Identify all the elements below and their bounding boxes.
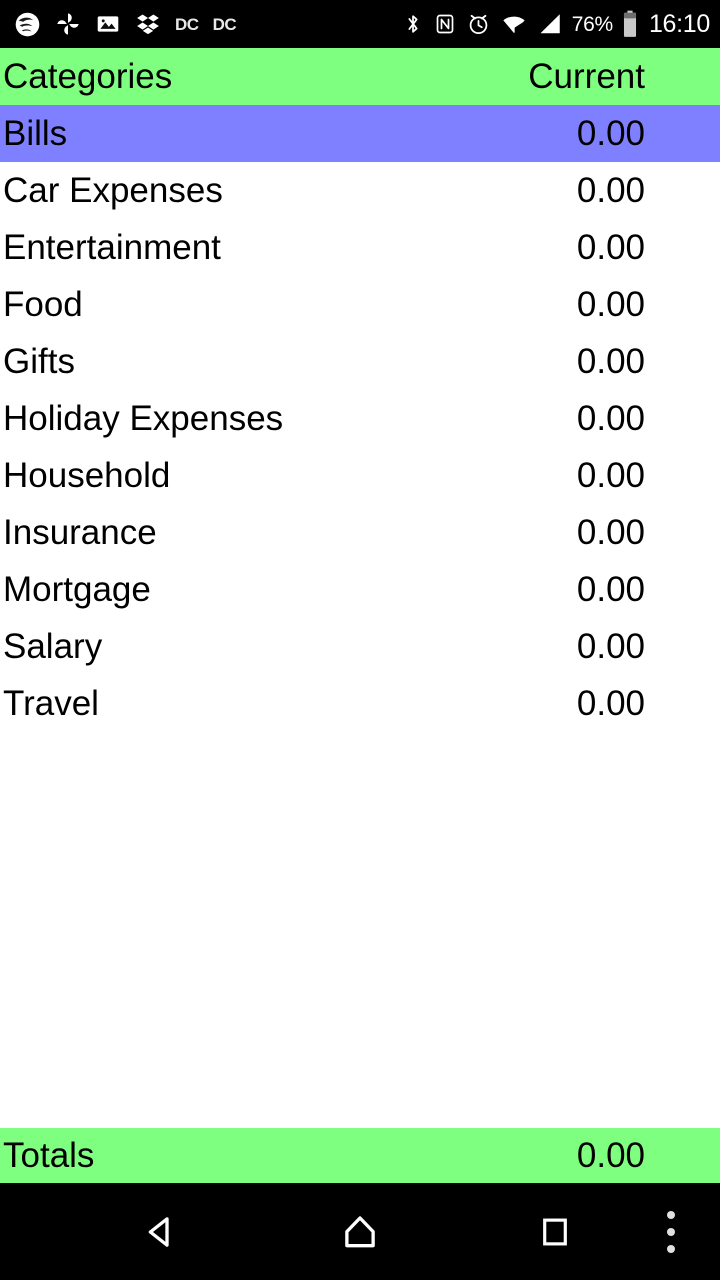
- battery-icon: [622, 10, 638, 38]
- overflow-menu-icon[interactable]: [640, 1183, 702, 1280]
- category-label: Car Expenses: [3, 171, 223, 210]
- totals-amount: 0.00: [576, 1136, 645, 1175]
- pinwheel-icon: [55, 11, 81, 37]
- category-label: Entertainment: [3, 228, 221, 267]
- column-header-categories: Categories: [3, 57, 173, 96]
- table-row[interactable]: Entertainment 0.00: [0, 219, 720, 276]
- category-list[interactable]: Bills 0.00 Car Expenses 0.00 Entertainme…: [0, 105, 720, 1128]
- photo-image-icon: [95, 11, 121, 37]
- table-header: Categories Current: [0, 48, 720, 105]
- status-bar-clock: 16:10: [648, 9, 710, 38]
- totals-bar: Totals 0.00: [0, 1128, 720, 1183]
- category-label: Holiday Expenses: [3, 399, 284, 438]
- category-label: Mortgage: [3, 570, 151, 609]
- table-row[interactable]: Food 0.00: [0, 276, 720, 333]
- category-amount: 0.00: [576, 570, 645, 609]
- totals-label: Totals: [3, 1136, 95, 1175]
- category-amount: 0.00: [576, 513, 645, 552]
- table-row[interactable]: Gifts 0.00: [0, 333, 720, 390]
- category-amount: 0.00: [576, 171, 645, 210]
- recents-icon[interactable]: [495, 1183, 615, 1280]
- table-row[interactable]: Salary 0.00: [0, 618, 720, 675]
- nfc-icon: [433, 11, 457, 37]
- app-screen: DC DC 76% 16:10 Categories Current Bills…: [0, 0, 720, 1280]
- category-amount: 0.00: [576, 285, 645, 324]
- android-navigation-bar: [0, 1183, 720, 1280]
- category-label: Household: [3, 456, 171, 495]
- notification-icons: DC DC: [14, 11, 237, 38]
- dc-app-icon-2: DC: [212, 14, 237, 34]
- category-amount: 0.00: [576, 342, 645, 381]
- home-icon[interactable]: [300, 1183, 420, 1280]
- swirl-logo-icon: [14, 11, 41, 38]
- table-row[interactable]: Car Expenses 0.00: [0, 162, 720, 219]
- overflow-dot: [667, 1244, 675, 1253]
- bluetooth-icon: [402, 11, 424, 37]
- category-label: Insurance: [3, 513, 157, 552]
- column-header-current: Current: [528, 57, 645, 96]
- table-row[interactable]: Insurance 0.00: [0, 504, 720, 561]
- category-label: Bills: [3, 114, 68, 153]
- table-row[interactable]: Bills 0.00: [0, 105, 720, 162]
- overflow-dot: [667, 1210, 675, 1219]
- category-amount: 0.00: [576, 114, 645, 153]
- category-amount: 0.00: [576, 456, 645, 495]
- category-amount: 0.00: [576, 399, 645, 438]
- system-status-icons: 76% 16:10: [402, 10, 710, 38]
- status-bar: DC DC 76% 16:10: [0, 0, 720, 48]
- dc-app-icon: DC: [175, 14, 199, 34]
- overflow-dot: [667, 1227, 675, 1236]
- category-label: Salary: [3, 627, 103, 666]
- back-icon[interactable]: [100, 1183, 220, 1280]
- cellular-signal-icon: [537, 11, 563, 37]
- table-row[interactable]: Holiday Expenses 0.00: [0, 390, 720, 447]
- category-amount: 0.00: [576, 627, 645, 666]
- table-row[interactable]: Household 0.00: [0, 447, 720, 504]
- alarm-clock-icon: [466, 11, 491, 37]
- category-label: Travel: [3, 684, 99, 723]
- wifi-icon: [500, 11, 528, 37]
- table-row[interactable]: Travel 0.00: [0, 675, 720, 732]
- category-label: Food: [3, 285, 83, 324]
- category-label: Gifts: [3, 342, 75, 381]
- category-amount: 0.00: [576, 228, 645, 267]
- battery-percent-label: 76%: [571, 12, 613, 36]
- table-row[interactable]: Mortgage 0.00: [0, 561, 720, 618]
- category-amount: 0.00: [576, 684, 645, 723]
- dropbox-icon: [135, 11, 161, 37]
